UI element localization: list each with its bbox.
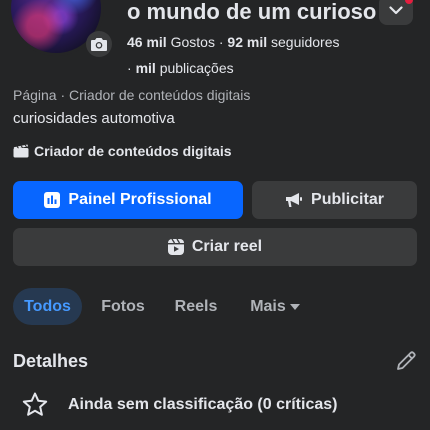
creator-badge: Criador de conteúdos digitais [13, 143, 232, 159]
reel-icon [167, 239, 184, 255]
publications-separator: · [127, 60, 132, 76]
publications-count[interactable]: mil [136, 60, 156, 76]
rating-row[interactable]: Ainda sem classificação (0 críticas) [22, 392, 337, 417]
chevron-down-icon [389, 5, 403, 14]
followers-label: seguidores [271, 34, 340, 50]
followers-count[interactable]: 92 mil [227, 34, 267, 50]
page-category: Página · Criador de conteúdos digitais [13, 87, 251, 103]
likes-label: Gostos [170, 34, 215, 50]
caret-down-icon [289, 303, 300, 310]
create-reel-label: Criar reel [191, 238, 263, 255]
megaphone-icon [286, 193, 303, 207]
publications-stats: · mil publicações [127, 60, 234, 76]
tab-mais-label: Mais [250, 297, 286, 315]
clapperboard-icon [13, 144, 29, 158]
bar-chart-icon [44, 192, 61, 208]
page-bio: curiosidades automotiva [13, 110, 175, 127]
tab-reels[interactable]: Reels [167, 288, 225, 325]
details-heading: Detalhes [13, 351, 89, 371]
tab-reels-label: Reels [174, 297, 218, 315]
rating-text: Ainda sem classificação (0 críticas) [68, 395, 338, 413]
page-stats: 46 mil Gostos · 92 mil seguidores [127, 34, 340, 50]
tab-fotos-label: Fotos [101, 297, 145, 315]
likes-count[interactable]: 46 mil [127, 34, 167, 50]
publicize-label: Publicitar [311, 191, 384, 208]
professional-dashboard-label: Painel Profissional [68, 191, 212, 208]
professional-dashboard-button[interactable]: Painel Profissional [13, 181, 243, 219]
camera-icon[interactable] [86, 31, 112, 57]
create-reel-button[interactable]: Criar reel [13, 228, 417, 266]
star-outline-icon [22, 392, 48, 416]
publications-label: publicações [159, 60, 234, 76]
publicize-button[interactable]: Publicitar [252, 181, 417, 219]
stats-separator: · [218, 34, 224, 50]
pencil-icon[interactable] [395, 350, 419, 374]
tab-todos-label: Todos [24, 297, 71, 315]
page-title: o mundo de um curioso [127, 0, 377, 24]
tab-fotos[interactable]: Fotos [92, 288, 154, 325]
tab-mais[interactable]: Mais [240, 288, 310, 325]
tab-todos[interactable]: Todos [13, 288, 82, 325]
creator-badge-label: Criador de conteúdos digitais [34, 143, 232, 159]
